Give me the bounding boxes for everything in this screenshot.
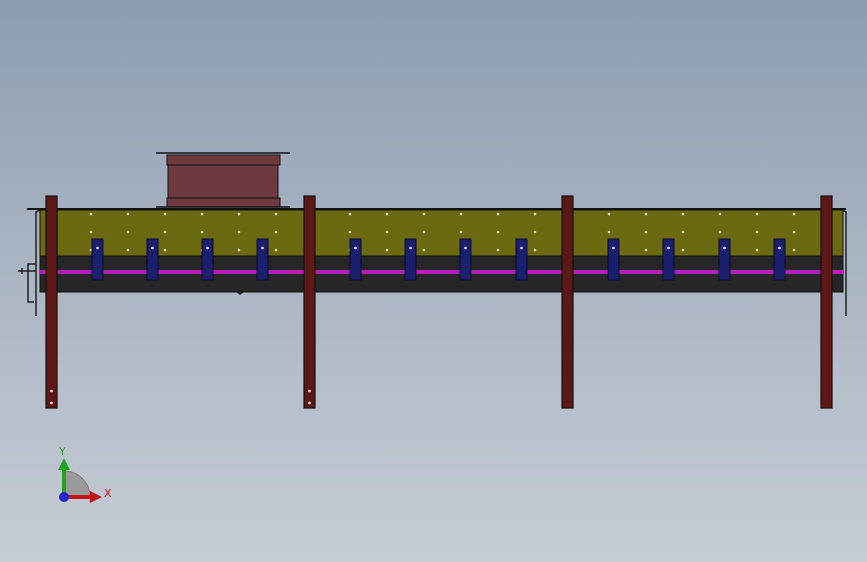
rivet-hole: [792, 230, 796, 234]
rivet-hole: [89, 212, 93, 216]
clip-bolt: [612, 246, 615, 250]
rivet-hole: [89, 230, 93, 234]
panel-clip: [201, 238, 214, 281]
rivet-hole: [681, 212, 685, 216]
leg-bolt-hole: [308, 389, 311, 393]
rivet-hole: [348, 212, 352, 216]
rivet-hole: [533, 230, 537, 234]
rivet-hole: [755, 248, 759, 252]
coordinate-triad: Y X: [58, 445, 112, 503]
support-leg: [561, 195, 574, 409]
clip-bolt: [151, 246, 154, 250]
support-leg: [303, 195, 316, 409]
clip-bolt: [723, 246, 726, 250]
clip-bolt: [778, 246, 781, 250]
rivet-hole: [163, 212, 167, 216]
support-leg: [45, 195, 58, 409]
rivet-hole: [348, 230, 352, 234]
panel-clip: [256, 238, 269, 281]
cad-viewport[interactable]: Y X: [0, 0, 867, 562]
rivet-hole: [681, 248, 685, 252]
panel-clip: [404, 238, 417, 281]
rivet-hole: [644, 248, 648, 252]
clip-bolt: [96, 246, 99, 250]
panel-clip: [515, 238, 528, 281]
rivet-hole: [163, 230, 167, 234]
rivet-hole: [237, 248, 241, 252]
rivet-hole: [533, 248, 537, 252]
rivet-hole: [237, 212, 241, 216]
rivet-hole: [718, 230, 722, 234]
support-leg: [820, 195, 833, 409]
axis-y-label: Y: [58, 445, 66, 458]
rivet-hole: [607, 212, 611, 216]
panel-marker: [236, 292, 244, 295]
rivet-hole: [755, 230, 759, 234]
clip-bolt: [206, 246, 209, 250]
rivet-hole: [274, 212, 278, 216]
rivet-hole: [533, 212, 537, 216]
rivet-hole: [718, 212, 722, 216]
clip-bolt: [261, 246, 264, 250]
rivet-hole: [496, 230, 500, 234]
top-box: [156, 152, 290, 208]
rivet-hole: [459, 230, 463, 234]
clip-bolt: [520, 246, 523, 250]
rivet-hole: [274, 230, 278, 234]
rivet-hole: [755, 212, 759, 216]
rivet-hole: [644, 212, 648, 216]
clip-bolt: [464, 246, 467, 250]
panel-clip: [146, 238, 159, 281]
panel-clip: [662, 238, 675, 281]
rivet-hole: [792, 248, 796, 252]
rivet-hole: [607, 230, 611, 234]
panel-clip: [91, 238, 104, 281]
rivet-hole: [459, 212, 463, 216]
clip-bolt: [409, 246, 412, 250]
rivet-hole: [422, 230, 426, 234]
leg-bolt-hole: [50, 389, 53, 393]
panel-clip: [607, 238, 620, 281]
leg-bolt-hole: [50, 401, 53, 405]
rivet-hole: [126, 212, 130, 216]
rivet-hole: [792, 212, 796, 216]
axis-x-label: X: [104, 487, 112, 500]
rivet-hole: [237, 230, 241, 234]
rivet-hole: [644, 230, 648, 234]
rivet-hole: [274, 248, 278, 252]
panel-clip: [349, 238, 362, 281]
left-end-bracket: [18, 209, 41, 316]
rivet-hole: [163, 248, 167, 252]
conveyor-assembly-model[interactable]: Y X: [0, 0, 867, 562]
panel-clip: [718, 238, 731, 281]
panel-clip: [773, 238, 786, 281]
rivet-hole: [681, 230, 685, 234]
rivet-hole: [496, 212, 500, 216]
rivet-hole: [385, 212, 389, 216]
rivet-hole: [385, 248, 389, 252]
rivet-hole: [422, 212, 426, 216]
triad-quadrant: [63, 470, 91, 498]
rivet-hole: [422, 248, 426, 252]
rivet-hole: [200, 230, 204, 234]
rivet-hole: [385, 230, 389, 234]
rivet-hole: [496, 248, 500, 252]
rivet-hole: [126, 248, 130, 252]
leg-bolt-hole: [308, 401, 311, 405]
panel-clip: [459, 238, 472, 281]
rivet-hole: [200, 212, 204, 216]
clip-bolt: [354, 246, 357, 250]
clip-bolt: [667, 246, 670, 250]
rivet-hole: [126, 230, 130, 234]
